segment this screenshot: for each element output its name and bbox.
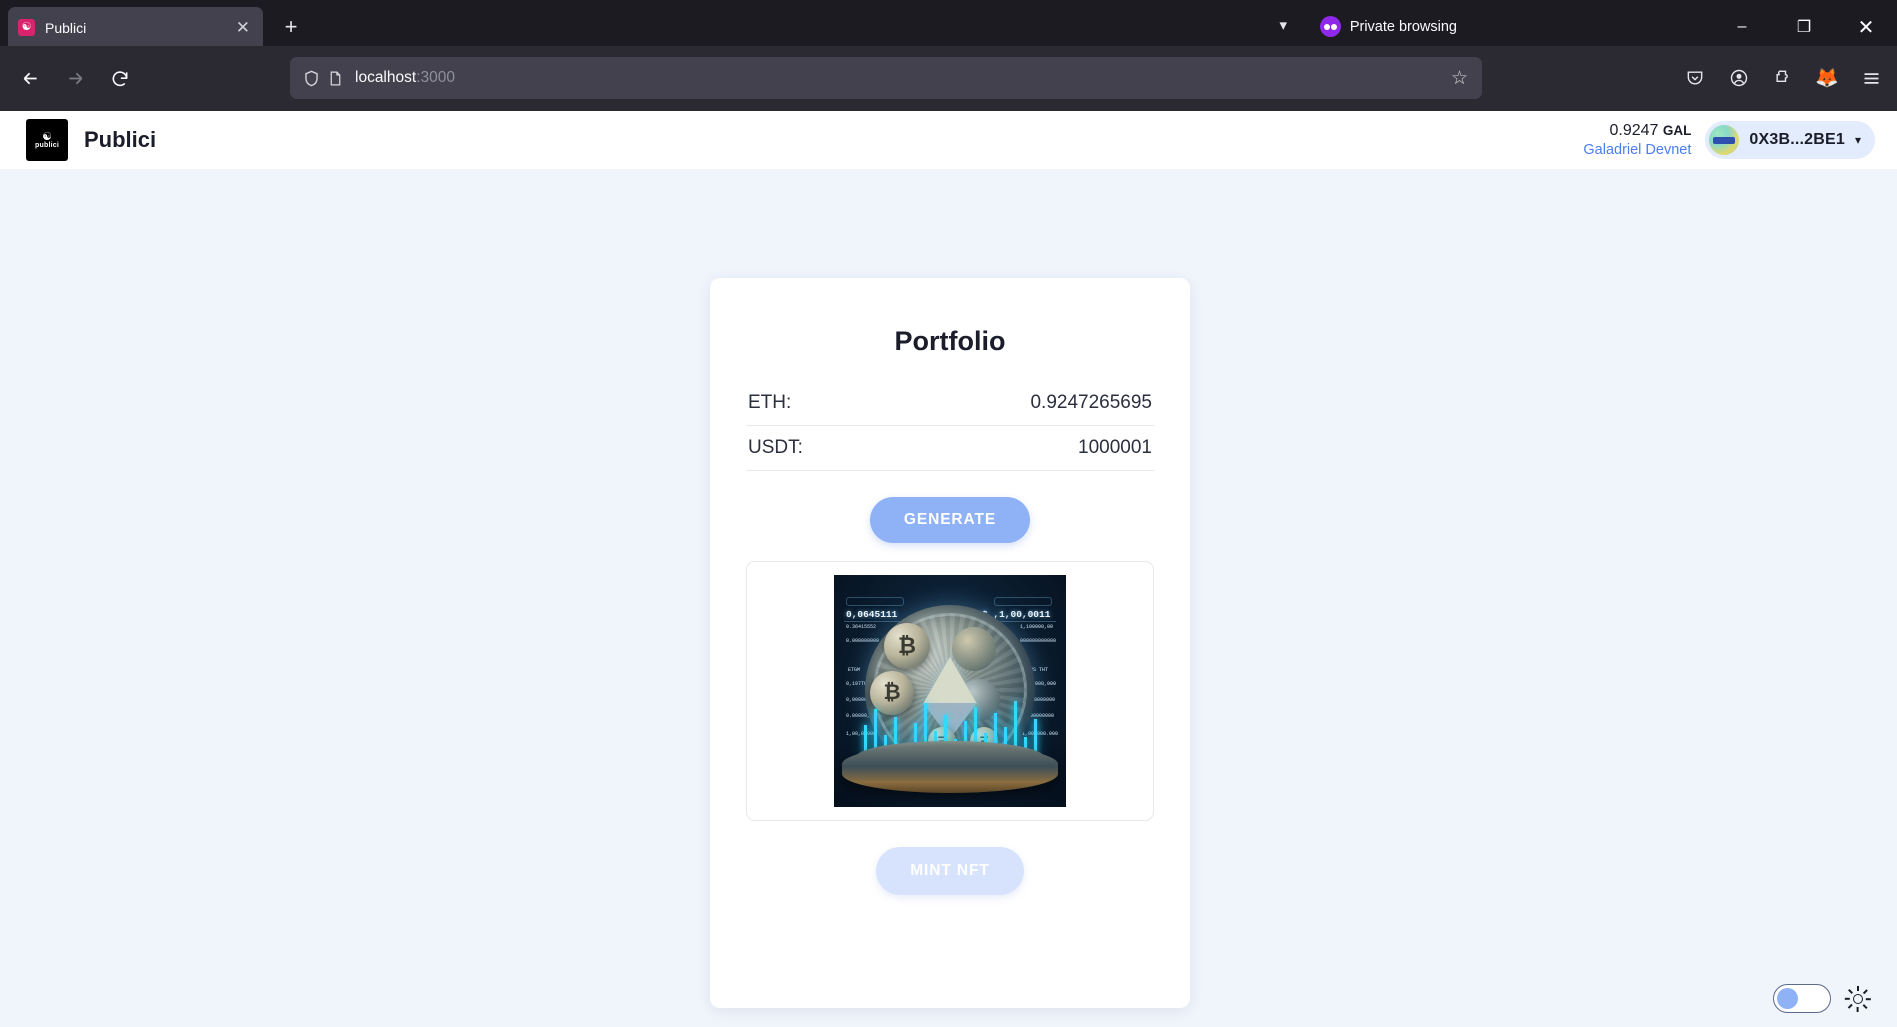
shield-icon[interactable] bbox=[302, 69, 321, 88]
wallet-widget: 0.9247 GAL Galadriel Devnet 0X3B...2BE1 … bbox=[1583, 121, 1875, 159]
new-tab-button[interactable]: + bbox=[276, 14, 306, 42]
close-window-button[interactable]: ✕ bbox=[1835, 4, 1897, 50]
hud-divider bbox=[994, 621, 1056, 622]
nft-artwork: 0,0645111 $ ,1,00,0011 0.36415552 0.0000… bbox=[834, 575, 1066, 807]
restore-button[interactable]: ❐ bbox=[1773, 4, 1835, 50]
url-host: localhost bbox=[355, 69, 417, 86]
row-value: 0.9247265695 bbox=[1030, 392, 1152, 413]
row-value: 1000001 bbox=[1078, 437, 1152, 458]
window-controls: – ❐ ✕ bbox=[1711, 4, 1897, 50]
portfolio-card: Portfolio ETH: 0.9247265695 USDT: 100000… bbox=[710, 278, 1190, 1008]
row-label: ETH: bbox=[748, 392, 792, 413]
page-title: Portfolio bbox=[894, 326, 1006, 356]
dark-mode-toggle[interactable] bbox=[1773, 984, 1831, 1013]
brand-name: Publici bbox=[84, 127, 157, 152]
generate-row: GENERATE bbox=[746, 497, 1154, 543]
hud-box bbox=[994, 597, 1052, 606]
address-bar[interactable]: localhost:3000 ☆ bbox=[290, 57, 1482, 99]
logo-wordmark: publici bbox=[35, 141, 59, 149]
url-port: :3000 bbox=[416, 69, 455, 86]
publici-logo: ☯ publici bbox=[26, 119, 68, 161]
page-icon[interactable] bbox=[327, 69, 344, 88]
url-text: localhost:3000 bbox=[355, 69, 1451, 87]
wallet-address: 0X3B...2BE1 bbox=[1749, 131, 1845, 148]
network-name: Galadriel Devnet bbox=[1583, 141, 1692, 158]
pocket-icon[interactable] bbox=[1677, 60, 1713, 96]
private-browsing-label: Private browsing bbox=[1349, 18, 1457, 35]
extensions-toolbar: 🦊 bbox=[1677, 57, 1889, 99]
hud-right-value: 1,100000,00 bbox=[1020, 624, 1054, 630]
forward-button[interactable] bbox=[57, 61, 93, 97]
sun-icon bbox=[1844, 985, 1871, 1012]
hud-box bbox=[846, 597, 904, 606]
private-browsing-indicator: Private browsing bbox=[1319, 16, 1457, 37]
chevron-down-icon[interactable]: ▾ bbox=[1855, 133, 1861, 147]
hud-right-value: 000000000000 bbox=[1020, 638, 1057, 644]
hud-left-value: 0.000000000 bbox=[846, 638, 880, 644]
browser-tab[interactable]: ☯ Publici ✕ bbox=[8, 7, 263, 48]
tab-strip: ☯ Publici ✕ + ▾ Private browsing – ❐ ✕ bbox=[0, 4, 1897, 48]
mask-icon bbox=[1319, 16, 1341, 37]
reload-button[interactable] bbox=[102, 61, 138, 97]
brand[interactable]: ☯ publici Publici bbox=[26, 119, 156, 161]
hud-left-big: 0,0645111 bbox=[846, 609, 898, 620]
wallet-avatar bbox=[1709, 125, 1740, 155]
balance-amount: 0.9247 bbox=[1609, 121, 1659, 139]
mint-nft-button[interactable]: MINT NFT bbox=[876, 847, 1024, 895]
app-header: ☯ publici Publici 0.9247 GAL Galadriel D… bbox=[0, 111, 1897, 169]
mint-row: MINT NFT bbox=[746, 847, 1154, 895]
browser-navbar: localhost:3000 ☆ 🦊 bbox=[0, 46, 1897, 111]
publici-favicon: ☯ bbox=[18, 19, 35, 36]
logo-mark-icon: ☯ bbox=[42, 130, 52, 143]
table-row: USDT: 1000001 bbox=[746, 426, 1154, 471]
generate-button[interactable]: GENERATE bbox=[869, 497, 1031, 543]
chevron-down-icon[interactable]: ▾ bbox=[1279, 16, 1287, 34]
tab-title: Publici bbox=[45, 19, 87, 36]
wallet-address-button[interactable]: 0X3B...2BE1 ▾ bbox=[1705, 121, 1875, 159]
toggle-knob bbox=[1777, 988, 1798, 1009]
row-label: USDT: bbox=[748, 437, 803, 458]
balance-line: 0.9247 GAL bbox=[1583, 121, 1691, 141]
hud-left-ticker: ETGM bbox=[848, 667, 861, 673]
page-viewport: ☯ publici Publici 0.9247 GAL Galadriel D… bbox=[0, 111, 1897, 1027]
account-icon[interactable] bbox=[1721, 60, 1757, 96]
close-icon[interactable]: ✕ bbox=[233, 19, 253, 36]
balance-symbol: GAL bbox=[1662, 122, 1692, 138]
hud-divider bbox=[844, 621, 906, 622]
back-button[interactable] bbox=[12, 61, 48, 97]
minimize-button[interactable]: – bbox=[1711, 4, 1773, 50]
table-row: ETH: 0.9247265695 bbox=[746, 381, 1154, 426]
pedestal-lower bbox=[842, 745, 1058, 793]
wallet-balance: 0.9247 GAL Galadriel Devnet bbox=[1583, 121, 1691, 159]
app-menu-icon[interactable] bbox=[1853, 60, 1889, 96]
star-icon[interactable]: ☆ bbox=[1451, 67, 1470, 90]
theme-switcher bbox=[1773, 984, 1871, 1013]
browser-chrome: ☯ Publici ✕ + ▾ Private browsing – ❐ ✕ l… bbox=[0, 0, 1897, 111]
nft-preview-container: 0,0645111 $ ,1,00,0011 0.36415552 0.0000… bbox=[746, 561, 1154, 821]
hud-left-value: 0.36415552 bbox=[846, 624, 877, 630]
metamask-fox-icon[interactable]: 🦊 bbox=[1809, 60, 1845, 96]
extensions-icon[interactable] bbox=[1765, 60, 1801, 96]
